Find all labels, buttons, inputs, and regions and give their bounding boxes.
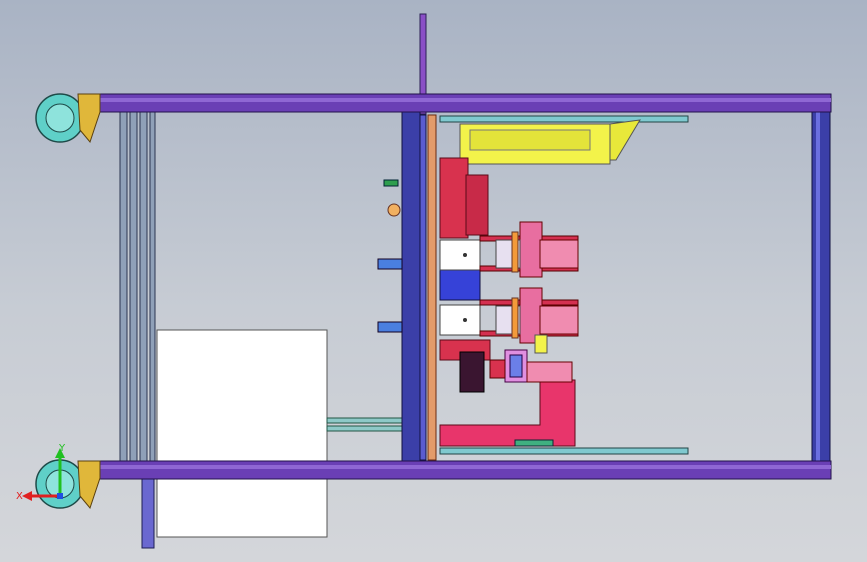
top-frame-bar-highlight (98, 98, 831, 102)
right-post-highlight (816, 112, 820, 462)
cad-model-view: Y X (16, 13, 832, 549)
cross-rail (326, 417, 406, 432)
right-post (811, 111, 831, 463)
white-panel (156, 329, 328, 538)
motor-unit (489, 349, 573, 383)
orange-plate (427, 114, 437, 461)
blue-bracket-upper (377, 258, 403, 270)
blue-block (439, 267, 481, 301)
blue-bracket-lower (377, 321, 403, 333)
bottom-frame-bar-highlight (98, 465, 831, 469)
center-post-inner (419, 114, 427, 461)
yellow-housing (459, 119, 641, 165)
y-axis-label: Y (58, 443, 66, 454)
lower-left-leg (141, 477, 155, 549)
bottom-frame-bar (97, 460, 832, 480)
left-extrusion (119, 111, 156, 463)
caster-bottom (35, 459, 101, 510)
z-axis-marker (57, 493, 63, 499)
center-post (401, 111, 421, 463)
x-axis-label: X (16, 491, 23, 502)
caster-top (35, 93, 101, 144)
sensor-fitting (383, 179, 401, 217)
cad-viewport[interactable]: Y X (0, 0, 867, 562)
top-frame-bar (97, 93, 832, 113)
yellow-guide (534, 334, 548, 354)
